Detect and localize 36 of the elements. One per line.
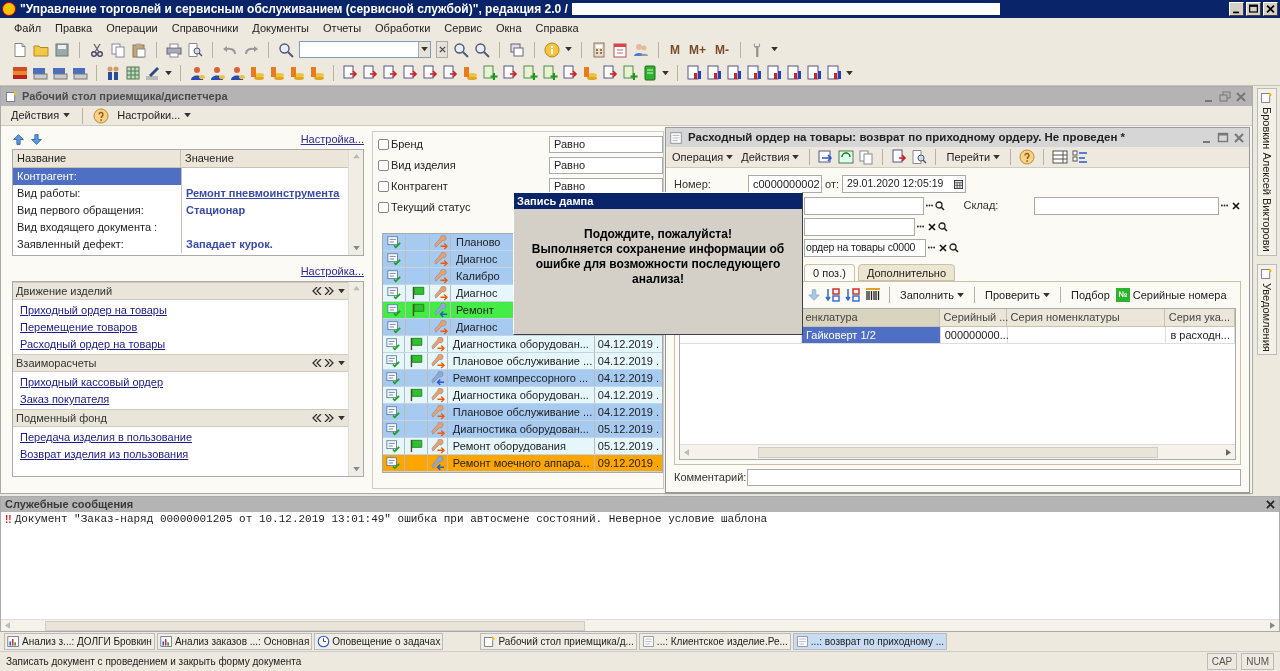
table-cell-text: 04.12.2019 . bbox=[596, 404, 660, 420]
window-title: Расходный ордер на товары: возврат по приходному ордеру. Не проведен * bbox=[688, 129, 1126, 145]
table-cell-text: 04.12.2019 . bbox=[596, 370, 660, 386]
table-cell-text: 09.12.2019 . bbox=[596, 455, 660, 471]
table-cell: Плановое обслуживание ... bbox=[447, 404, 595, 420]
table-cell: Ремонт моечного аппара... bbox=[447, 455, 595, 471]
table-cell: Диагностика оборудован... bbox=[447, 421, 595, 437]
table-cell: Ремонт оборудования bbox=[447, 438, 595, 454]
window-title: "Управление торговлей и сервисным обслуживанием (сервисной службой)", редакция 2.0 / bbox=[20, 1, 568, 18]
status-indicator: NUM bbox=[1241, 653, 1274, 670]
status-text: Записать документ с проведением и закрыть форму документа bbox=[6, 655, 302, 669]
warning-marker: !! bbox=[5, 512, 12, 527]
serial-badge-icon: № bbox=[1115, 288, 1130, 302]
field-label: Комментарий: bbox=[674, 469, 747, 485]
table-cell-text: 05.12.2019 . bbox=[596, 438, 660, 454]
status-indicator: CAP bbox=[1206, 653, 1238, 670]
table-cell: в расходн... bbox=[1166, 327, 1235, 343]
field-label: Склад: bbox=[963, 198, 1000, 214]
table-cell: Диагностика оборудован... bbox=[447, 387, 595, 403]
field-label: от: bbox=[825, 176, 839, 192]
panel-title: Служебные сообщения bbox=[5, 497, 134, 513]
table-cell-text: 04.12.2019 . bbox=[596, 336, 660, 352]
field-label: Номер: bbox=[674, 176, 712, 192]
table-cell-text: 04.12.2019 . bbox=[596, 353, 660, 369]
table-cell: Диагностика оборудован... bbox=[447, 336, 595, 352]
table-cell: Ремонт компрессорного ... bbox=[447, 370, 595, 386]
table-cell: Плановое обслуживание ... bbox=[447, 353, 595, 369]
table-cell: 000000000... bbox=[940, 327, 1008, 343]
table-cell-text: 05.12.2019 . bbox=[596, 421, 660, 437]
column-header: Значение bbox=[184, 151, 235, 167]
table-cell: Гайковерт 1/2 bbox=[802, 327, 941, 343]
column-header: Название bbox=[13, 150, 181, 167]
message-text: Документ "Заказ-наряд 00000001205 от 10.12.2019 13:01:49" ошибка при автосмене состояний. Неверное условие шаблона bbox=[14, 511, 768, 527]
dialog-title: Запись дампа bbox=[517, 193, 594, 209]
table-cell-text: 04.12.2019 . bbox=[596, 387, 660, 403]
window-title: Рабочий стол приемщика/диспетчера bbox=[22, 89, 228, 105]
